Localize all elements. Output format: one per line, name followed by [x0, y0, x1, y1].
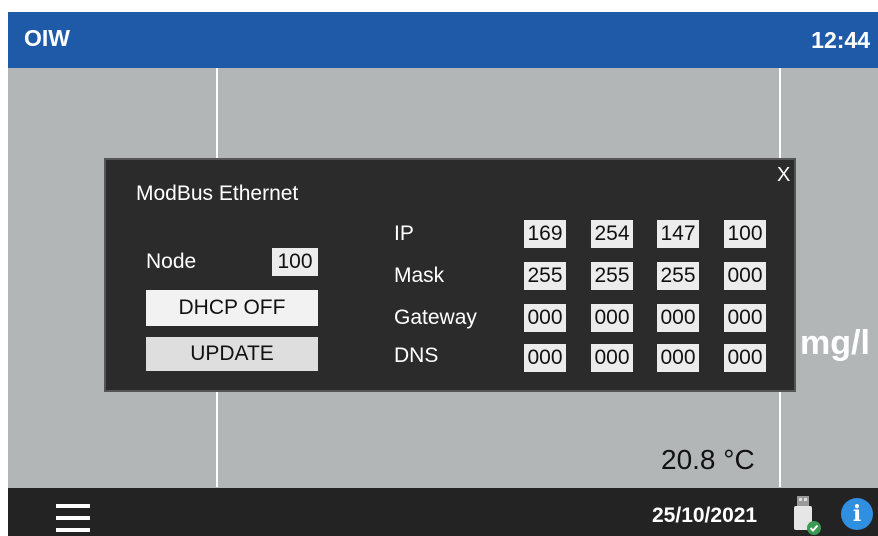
dns-octet-2[interactable]: 000 — [591, 344, 633, 372]
ip-octet-2[interactable]: 254 — [591, 220, 633, 248]
measurement-unit: mg/l — [800, 324, 870, 362]
bottom-bar: 25/10/2021 i — [8, 488, 878, 536]
node-input[interactable]: 100 — [272, 248, 318, 276]
mask-label: Mask — [394, 264, 445, 287]
node-label: Node — [146, 250, 197, 273]
gateway-octet-4[interactable]: 000 — [724, 304, 766, 332]
gateway-label: Gateway — [394, 306, 477, 329]
ip-octet-1[interactable]: 169 — [524, 220, 566, 248]
update-button[interactable]: UPDATE — [146, 337, 318, 371]
modbus-ethernet-dialog: X ModBus Ethernet Node 100 DHCP OFF UPDA… — [104, 158, 796, 392]
info-icon[interactable]: i — [841, 498, 873, 530]
gateway-octet-3[interactable]: 000 — [657, 304, 699, 332]
usb-drive-icon — [788, 494, 824, 536]
clock: 12:44 — [811, 27, 870, 53]
gateway-octet-1[interactable]: 000 — [524, 304, 566, 332]
mask-octet-2[interactable]: 255 — [591, 262, 633, 290]
ip-octet-4[interactable]: 100 — [724, 220, 766, 248]
dhcp-toggle-button[interactable]: DHCP OFF — [146, 290, 318, 326]
mask-octet-4[interactable]: 000 — [724, 262, 766, 290]
dns-label: DNS — [394, 344, 439, 367]
app-screen: OIW 12:44 mg/l 20.8 °C 25/10/2021 i X Mo… — [8, 12, 878, 536]
mask-octet-1[interactable]: 255 — [524, 262, 566, 290]
date-display: 25/10/2021 — [652, 504, 758, 527]
ip-octet-3[interactable]: 147 — [657, 220, 699, 248]
dns-octet-3[interactable]: 000 — [657, 344, 699, 372]
ip-label: IP — [394, 222, 414, 245]
close-icon[interactable]: X — [777, 164, 790, 187]
top-bar: OIW 12:44 — [8, 12, 878, 68]
temperature-reading: 20.8 °C — [661, 444, 755, 475]
dialog-title: ModBus Ethernet — [136, 182, 299, 205]
hamburger-icon[interactable] — [56, 504, 90, 532]
dns-octet-1[interactable]: 000 — [524, 344, 566, 372]
app-title: OIW — [24, 25, 70, 51]
gateway-octet-2[interactable]: 000 — [591, 304, 633, 332]
mask-octet-3[interactable]: 255 — [657, 262, 699, 290]
dns-octet-4[interactable]: 000 — [724, 344, 766, 372]
